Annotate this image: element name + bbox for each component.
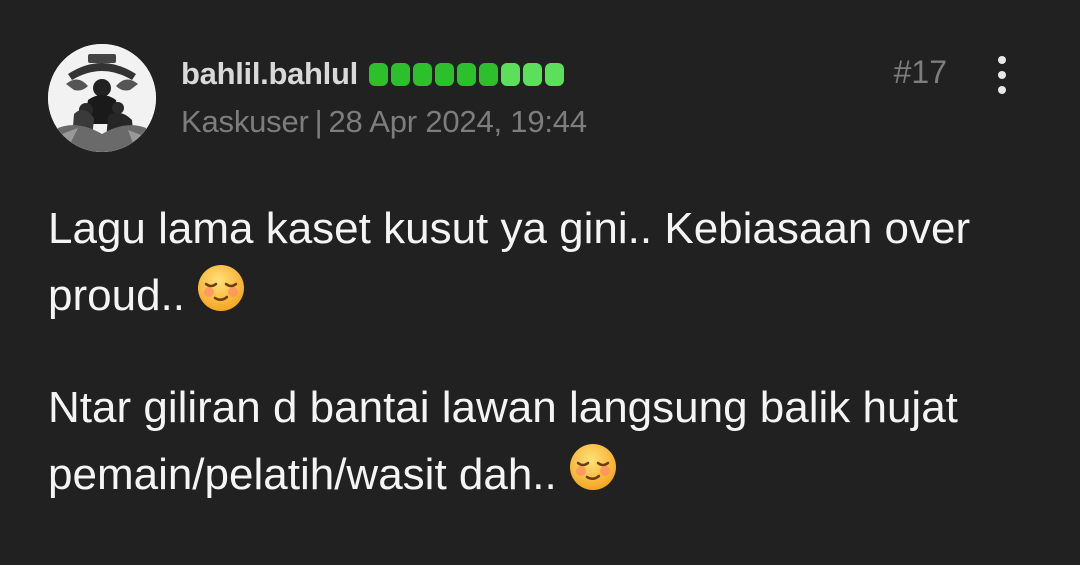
post-paragraph: Ntar giliran d bantai lawan langsung bal… xyxy=(48,375,1008,508)
post-body: Lagu lama kaset kusut ya gini.. Kebiasaa… xyxy=(48,196,1008,554)
reputation-dot xyxy=(456,62,476,86)
reputation-dot xyxy=(368,62,388,86)
post-meta: Kaskuser | 28 Apr 2024, 19:44 xyxy=(181,104,587,140)
forum-post: bahlil.bahlul Kaskuser | 28 Apr 2024, 19:4… xyxy=(0,0,1080,565)
post-date: 28 Apr 2024, 19:44 xyxy=(328,104,587,139)
reputation-dot xyxy=(500,62,520,86)
relieved-face-emoji xyxy=(195,262,247,314)
more-options-button[interactable] xyxy=(988,52,1016,98)
reputation-dot xyxy=(544,62,564,86)
reputation-dot xyxy=(412,62,432,86)
paragraph-text: Lagu lama kaset kusut ya gini.. Kebiasaa… xyxy=(48,204,971,320)
username[interactable]: bahlil.bahlul xyxy=(181,56,358,92)
reputation-dot xyxy=(478,62,498,86)
meta-separator: | xyxy=(314,104,323,139)
avatar-image xyxy=(48,44,156,152)
reputation-dot xyxy=(390,62,410,86)
relieved-face-emoji xyxy=(567,441,619,493)
post-paragraph: Lagu lama kaset kusut ya gini.. Kebiasaa… xyxy=(48,196,1008,329)
post-number[interactable]: #17 xyxy=(894,54,947,91)
reputation-dot xyxy=(522,62,542,86)
reputation-bar xyxy=(368,62,564,86)
paragraph-text: Ntar giliran d bantai lawan langsung bal… xyxy=(48,383,958,499)
post-header: bahlil.bahlul xyxy=(181,52,564,96)
user-title: Kaskuser xyxy=(181,104,309,139)
reputation-dot xyxy=(434,62,454,86)
vertical-dots-icon xyxy=(998,56,1006,94)
avatar[interactable] xyxy=(48,44,156,152)
